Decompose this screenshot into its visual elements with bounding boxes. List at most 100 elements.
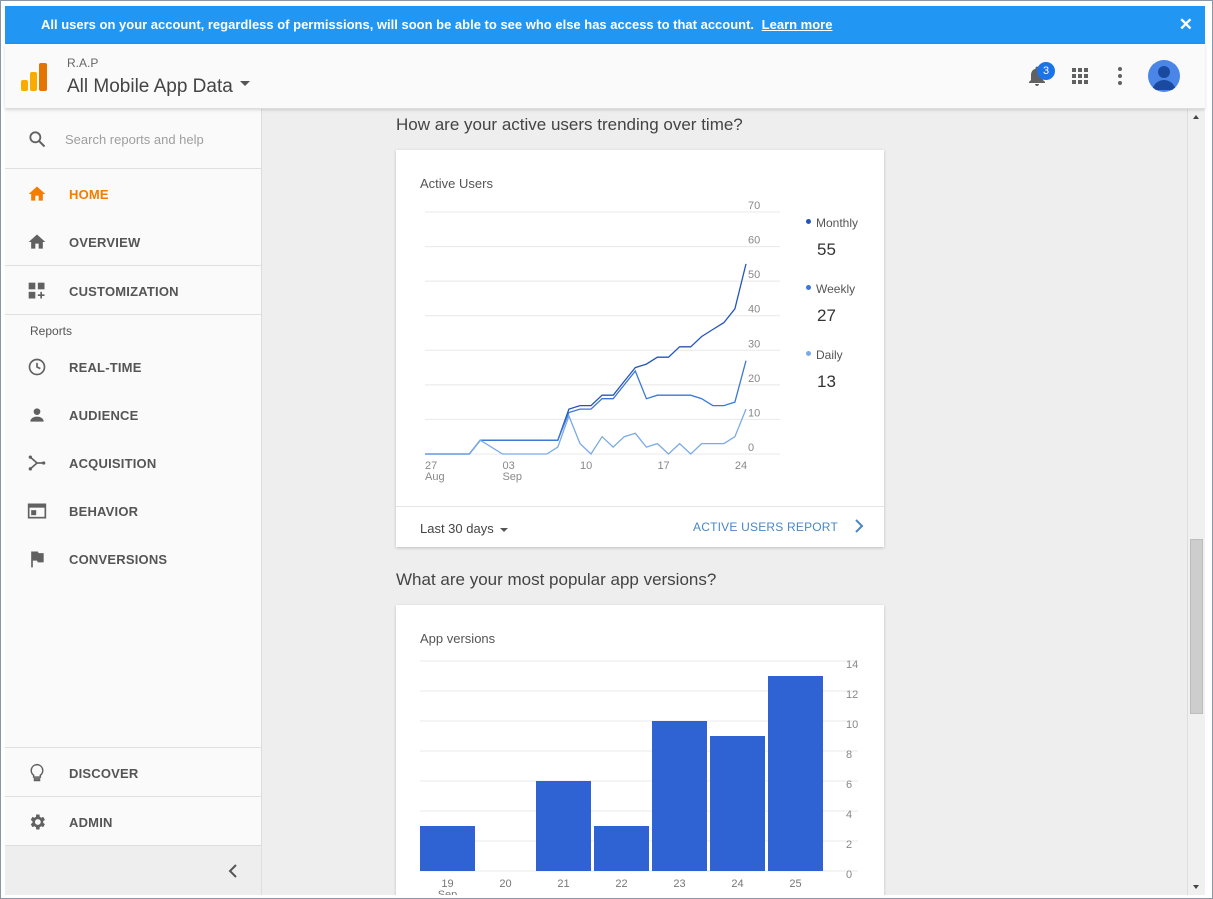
sidebar-item-label: BEHAVIOR: [69, 504, 139, 519]
caret-down-icon: [239, 81, 250, 87]
section-question: How are your active users trending over …: [396, 115, 743, 134]
browser-window: All users on your account, regardless of…: [0, 0, 1213, 899]
sidebar-item-overview[interactable]: OVERVIEW: [5, 218, 261, 266]
x-tick-label: 17: [657, 460, 669, 472]
apps-grid-icon[interactable]: [1068, 64, 1092, 88]
x-tick-label: 24: [735, 460, 747, 472]
scroll-up-icon[interactable]: [1193, 115, 1199, 119]
sidebar-item-real-time[interactable]: REAL-TIME: [5, 343, 261, 391]
sidebar-item-label: OVERVIEW: [69, 235, 141, 250]
series-line-weekly: [425, 360, 747, 455]
active-users-report-link[interactable]: ACTIVE USERS REPORT: [693, 520, 838, 534]
y-tick-label: 60: [748, 235, 760, 247]
gear-icon: [30, 814, 45, 830]
legend-weekly: Weekly 27: [806, 282, 855, 326]
sidebar-item-label: DISCOVER: [69, 766, 139, 781]
sidebar-item-conversions[interactable]: CONVERSIONS: [5, 535, 261, 583]
banner-message: All users on your account, regardless of…: [41, 17, 755, 32]
sidebar-item-customization[interactable]: CUSTOMIZATION: [5, 267, 261, 315]
y-tick-label: 30: [748, 338, 760, 350]
behavior-icon: [27, 503, 47, 519]
series-line-monthly: [425, 263, 747, 455]
y-tick-label: 50: [748, 269, 760, 281]
y-tick-label: 4: [846, 809, 852, 821]
legend-value: 27: [817, 306, 836, 325]
y-tick-label: 10: [846, 719, 858, 731]
search-input[interactable]: [65, 127, 245, 151]
y-tick-label: 20: [748, 373, 760, 385]
vertical-scrollbar[interactable]: [1187, 109, 1205, 895]
x-tick-label: 24: [731, 878, 743, 890]
y-tick-label: 12: [846, 689, 858, 701]
sidebar-item-label: ADMIN: [69, 815, 113, 830]
lightbulb-icon: [30, 763, 44, 782]
sidebar-item-audience[interactable]: AUDIENCE: [5, 391, 261, 439]
x-tick-label: 25: [789, 878, 801, 890]
bar: [652, 721, 707, 871]
y-tick-label: 2: [846, 839, 852, 851]
close-icon[interactable]: ✕: [1179, 6, 1193, 44]
caret-down-icon: [499, 527, 508, 532]
scroll-thumb[interactable]: [1190, 539, 1203, 714]
card-footer: Last 30 days ACTIVE USERS REPORT: [396, 506, 884, 547]
divider: [5, 265, 261, 266]
view-name: All Mobile App Data: [67, 76, 233, 97]
more-vert-icon[interactable]: [1108, 64, 1132, 88]
dashboard-add-icon: [28, 282, 45, 299]
legend-monthly: Monthly 55: [806, 216, 858, 260]
bar: [768, 676, 823, 871]
sidebar-item-acquisition[interactable]: ACQUISITION: [5, 439, 261, 487]
search-icon: [29, 131, 46, 148]
y-tick-label: 8: [846, 749, 852, 761]
legend-label: Daily: [816, 348, 843, 362]
legend-dot: [806, 351, 811, 357]
collapse-sidebar-button[interactable]: [5, 845, 261, 895]
y-tick-label: 10: [748, 407, 760, 419]
sidebar-item-label: CUSTOMIZATION: [69, 284, 179, 299]
sidebar-item-home[interactable]: HOME: [5, 170, 261, 218]
app-versions-chart: 0246810121419 Sep20 21 22 23 24 25: [420, 659, 858, 895]
acquisition-icon: [28, 455, 46, 471]
scroll-down-icon[interactable]: [1193, 885, 1199, 889]
x-tick-label: 21: [557, 878, 569, 890]
notification-badge: 3: [1037, 62, 1055, 80]
sidebar: HOME OVERVIEW CUSTOMIZATION Reports REAL…: [5, 109, 262, 895]
y-tick-label: 14: [846, 659, 858, 671]
y-tick-label: 40: [748, 304, 760, 316]
x-tick-label: 10: [580, 460, 592, 472]
x-tick-label: 03 Sep: [502, 460, 522, 483]
sidebar-item-admin[interactable]: ADMIN: [5, 798, 261, 846]
home-icon: [28, 186, 46, 201]
divider: [5, 314, 261, 315]
main-content: How are your active users trending over …: [262, 109, 1187, 895]
bar: [536, 781, 591, 871]
legend-daily: Daily 13: [806, 348, 843, 392]
x-tick-label: 23: [673, 878, 685, 890]
date-range-dropdown[interactable]: Last 30 days: [420, 521, 508, 536]
flag-icon: [31, 551, 44, 568]
chevron-right-icon[interactable]: [854, 519, 864, 533]
date-range-label: Last 30 days: [420, 521, 494, 536]
bar: [594, 826, 649, 871]
x-tick-label: 22: [615, 878, 627, 890]
sidebar-item-behavior[interactable]: BEHAVIOR: [5, 487, 261, 535]
learn-more-link[interactable]: Learn more: [762, 17, 833, 32]
divider: [5, 796, 261, 797]
sidebar-item-label: CONVERSIONS: [69, 552, 168, 567]
sidebar-item-discover[interactable]: DISCOVER: [5, 749, 261, 797]
bar: [710, 736, 765, 871]
divider: [5, 747, 261, 748]
legend-label: Monthly: [816, 216, 859, 230]
announcement-banner: All users on your account, regardless of…: [5, 6, 1205, 44]
y-tick-label: 70: [748, 200, 760, 212]
analytics-logo-icon: [21, 63, 47, 91]
legend-dot: [806, 285, 811, 291]
x-tick-label: 27 Aug: [425, 460, 445, 483]
legend-label: Weekly: [816, 282, 856, 296]
sidebar-item-label: REAL-TIME: [69, 360, 142, 375]
y-tick-label: 0: [748, 442, 754, 454]
active-users-chart: 0 10 20 30 40 50 60 70 27 Aug 03 Sep 10 17 24: [425, 200, 780, 483]
account-name: R.A.P: [67, 56, 99, 70]
view-selector[interactable]: All Mobile App Data: [67, 76, 250, 98]
avatar[interactable]: [1148, 60, 1180, 92]
